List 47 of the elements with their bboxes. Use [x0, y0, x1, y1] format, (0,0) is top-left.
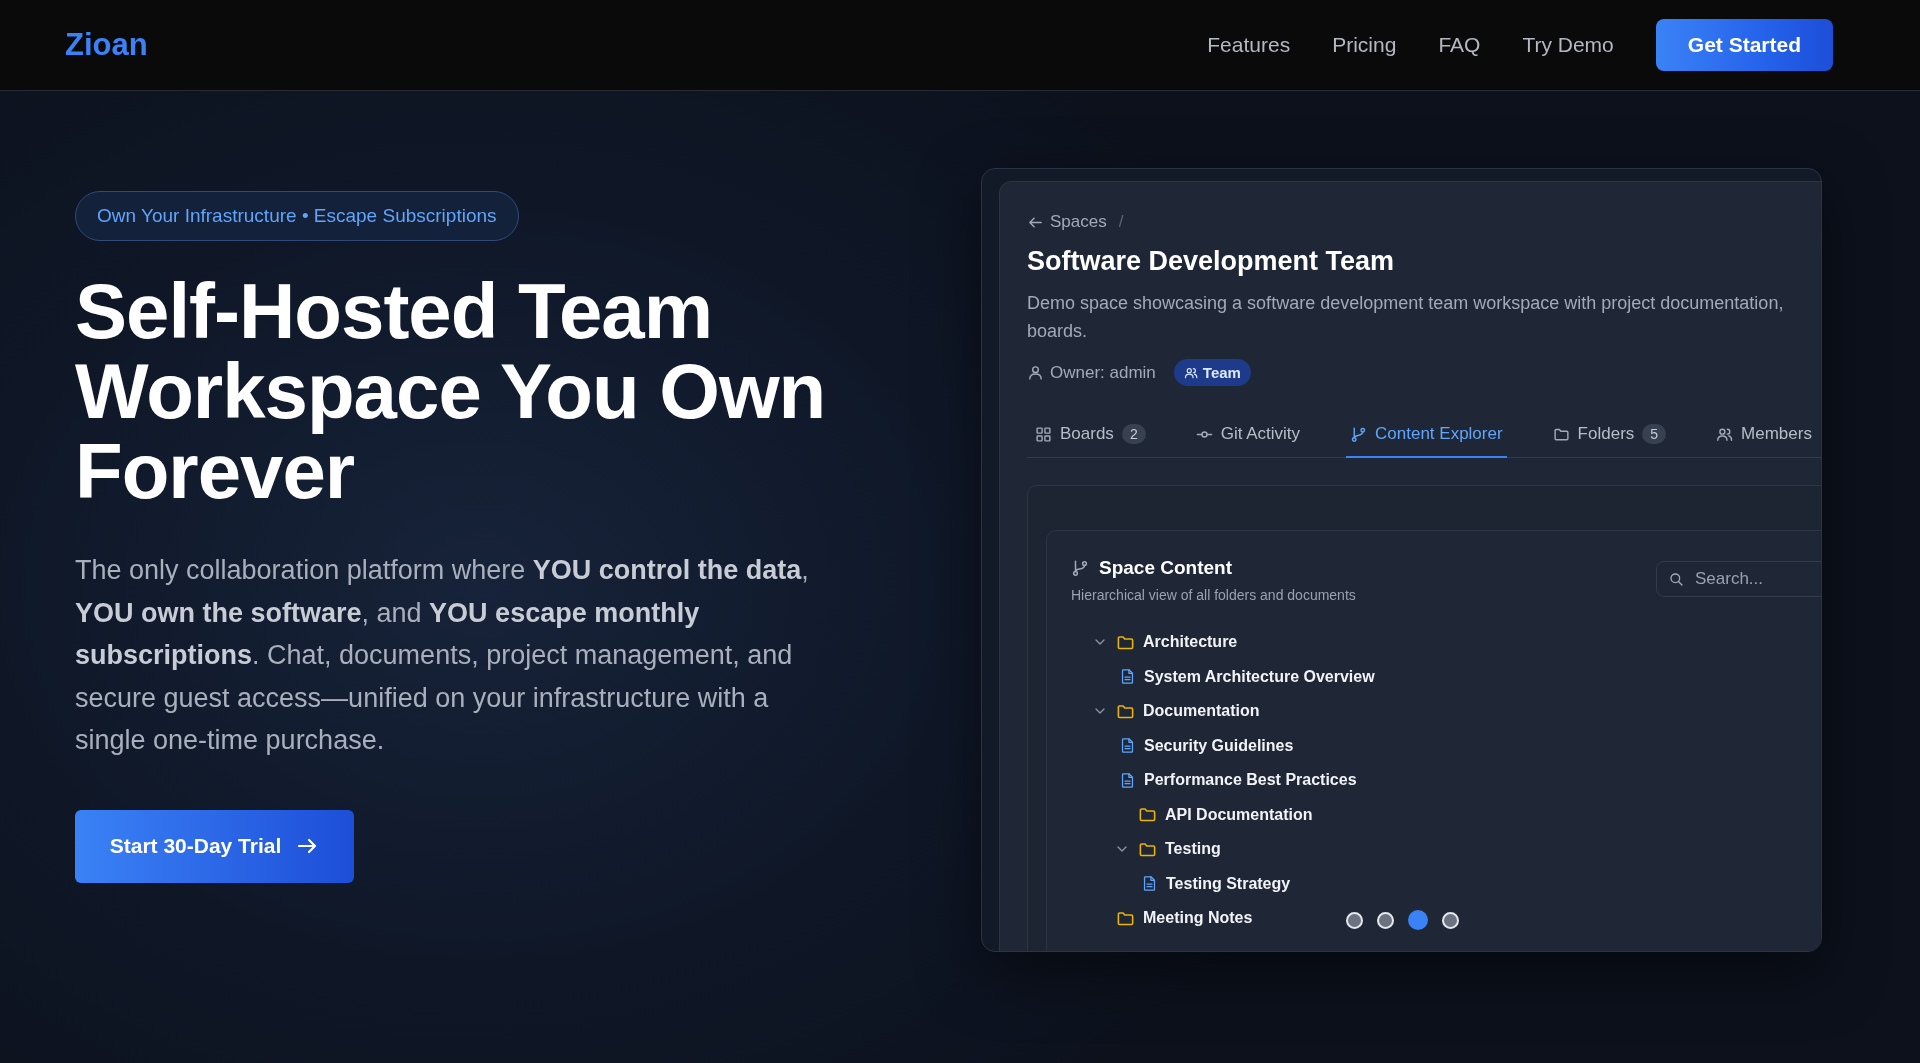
nav-link[interactable]: Try Demo — [1522, 33, 1614, 57]
logo[interactable]: Zioan — [65, 27, 148, 63]
count-badge: 2 — [1121, 424, 1146, 444]
document-icon — [1141, 875, 1158, 893]
owner-label: Owner: admin — [1050, 362, 1156, 383]
users-icon — [1716, 425, 1734, 443]
section-title: Space Content — [1099, 557, 1233, 579]
folder-label[interactable]: Documentation — [1143, 702, 1260, 721]
document-icon — [1119, 771, 1136, 789]
space-title: Software Development Team — [1027, 246, 1396, 277]
section-subtitle: Hierarchical view of all folders and documents — [1071, 587, 1357, 603]
user-icon — [1027, 364, 1044, 381]
document-label[interactable]: Testing Strategy — [1166, 874, 1291, 893]
spaces-link[interactable]: Spaces — [1027, 212, 1107, 232]
document-label[interactable]: Security Guidelines — [1144, 736, 1294, 755]
team-tag: Team — [1173, 359, 1251, 386]
get-started-button[interactable]: Get Started — [1655, 19, 1833, 71]
nav-link[interactable]: Features — [1207, 33, 1291, 57]
document-icon — [1119, 737, 1136, 755]
document-icon — [1119, 668, 1136, 686]
tab[interactable]: Boards 2 — [1031, 424, 1150, 458]
tab[interactable]: Content Explorer — [1346, 424, 1507, 458]
folder-label[interactable]: Testing — [1165, 840, 1221, 859]
document-label[interactable]: Performance Best Practices — [1144, 771, 1357, 790]
grid-icon — [1035, 425, 1052, 443]
breadcrumb-separator: / — [1118, 212, 1124, 232]
users-icon — [1183, 365, 1198, 380]
branch-icon — [1350, 425, 1368, 443]
count-badge: 5 — [1642, 424, 1667, 444]
tab[interactable]: Folders 5 — [1548, 424, 1671, 458]
nav-link[interactable]: Pricing — [1332, 33, 1397, 57]
hero-title: Self-Hosted Team Workspace You Own Forever — [75, 271, 827, 511]
folder-label[interactable]: Architecture — [1143, 633, 1238, 652]
start-trial-button[interactable]: Start 30-Day Trial — [75, 809, 354, 883]
document-label[interactable]: System Architecture Overview — [1144, 667, 1375, 686]
space-description: Demo space showcasing a software development team workspace with project documentation, — [1027, 292, 1785, 315]
tagline-badge: Own Your Infrastructure • Escape Subscriptions — [75, 191, 519, 241]
tab[interactable]: Git Activity — [1191, 424, 1305, 458]
hero-description: The only collaboration platform where YOU control the data, YOU own the software, and YOU escape monthly subscriptions. Chat, documents, project management, and secure guest access—unified on your infrastructure with a single one-time purchase. — [75, 554, 810, 757]
folder-label[interactable]: Meeting Notes — [1143, 909, 1253, 928]
nav-link[interactable]: FAQ — [1438, 33, 1481, 57]
folder-label[interactable]: API Documentation — [1165, 805, 1313, 824]
search-field[interactable]: Search... — [1656, 561, 1821, 597]
tab[interactable]: Members — [1712, 424, 1816, 458]
space-description: boards. — [1027, 320, 1089, 343]
branch-icon — [1071, 559, 1089, 577]
search-icon — [1668, 571, 1684, 587]
